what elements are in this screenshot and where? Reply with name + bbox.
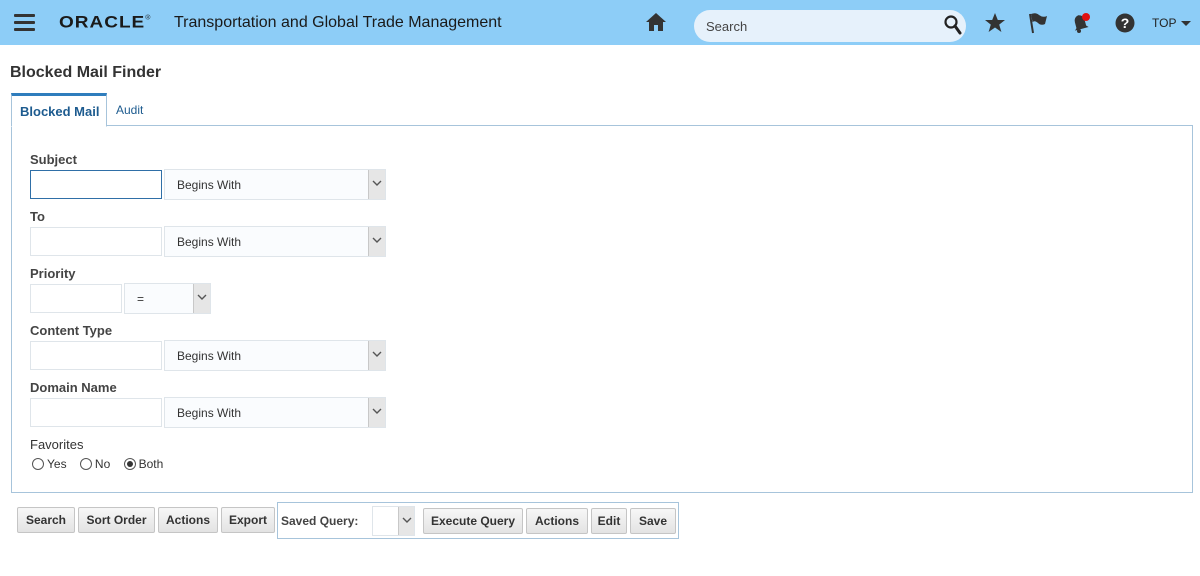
domain-name-input[interactable]: [31, 399, 161, 426]
to-field-wrapper: [30, 227, 162, 256]
to-operator-value: Begins With: [177, 235, 242, 249]
saved-query-group: Saved Query: Execute Query Actions Edit …: [277, 502, 679, 539]
to-operator-select[interactable]: Begins With: [164, 226, 386, 257]
priority-operator-select[interactable]: =: [124, 283, 211, 314]
domain-name-label: Domain Name: [30, 380, 117, 395]
domain-name-operator-select[interactable]: Begins With: [164, 397, 386, 428]
chevron-down-icon: [368, 170, 385, 199]
radio-icon: [32, 458, 44, 470]
favorites-radio-group: Yes No Both: [32, 457, 173, 471]
menu-icon[interactable]: [14, 14, 35, 31]
chevron-down-icon: [1181, 21, 1192, 27]
saved-query-label: Saved Query:: [281, 514, 359, 528]
favorites-radio-both[interactable]: Both: [123, 457, 164, 471]
chevron-down-icon: [398, 507, 414, 535]
content-type-label: Content Type: [30, 323, 113, 338]
saved-query-actions-button[interactable]: Actions: [526, 508, 588, 534]
content-type-input[interactable]: [31, 342, 161, 369]
priority-input[interactable]: [31, 285, 121, 312]
content-type-field-wrapper: [30, 341, 162, 370]
domain-name-operator-value: Begins With: [177, 406, 242, 420]
actions-button[interactable]: Actions: [158, 507, 218, 533]
user-menu[interactable]: TOP: [1152, 16, 1192, 30]
header-bar: ORACLE® Transportation and Global Trade …: [0, 0, 1200, 45]
radio-icon: [79, 458, 92, 470]
search-button[interactable]: Search: [17, 507, 75, 533]
priority-field-wrapper: [30, 284, 122, 313]
chevron-down-icon: [368, 227, 385, 256]
priority-operator-value: =: [137, 292, 145, 306]
favorites-yes-label: Yes: [47, 457, 67, 471]
sort-order-button[interactable]: Sort Order: [78, 507, 155, 533]
oracle-logo: ORACLE®: [59, 14, 151, 33]
tab-audit[interactable]: Audit: [116, 103, 143, 117]
favorites-radio-yes[interactable]: Yes: [32, 457, 67, 471]
favorites-no-label: No: [94, 457, 111, 471]
content-type-operator-value: Begins With: [177, 349, 242, 363]
home-icon[interactable]: [645, 12, 667, 32]
star-icon[interactable]: [984, 12, 1006, 34]
page-title: Blocked Mail Finder: [10, 64, 162, 81]
logo-text: ORACLE: [59, 13, 146, 32]
subject-operator-value: Begins With: [177, 178, 242, 192]
subject-operator-select[interactable]: Begins With: [164, 169, 386, 200]
radio-selected-icon: [123, 458, 136, 470]
notification-bell-icon[interactable]: [1070, 12, 1092, 34]
help-icon[interactable]: ?: [1114, 12, 1136, 34]
to-label: To: [30, 209, 45, 224]
logo-registered-mark: ®: [145, 15, 152, 22]
flag-icon[interactable]: [1027, 12, 1049, 34]
search-input[interactable]: [704, 17, 934, 35]
export-button[interactable]: Export: [221, 507, 275, 533]
execute-query-button[interactable]: Execute Query: [423, 508, 523, 534]
svg-text:?: ?: [1121, 15, 1130, 31]
subject-label: Subject: [30, 152, 77, 167]
domain-name-field-wrapper: [30, 398, 162, 427]
search-icon[interactable]: [944, 15, 962, 35]
favorites-label: Favorites: [30, 437, 84, 452]
saved-query-select[interactable]: [372, 506, 415, 536]
to-input[interactable]: [31, 228, 161, 255]
content-type-operator-select[interactable]: Begins With: [164, 340, 386, 371]
favorites-radio-no[interactable]: No: [79, 457, 111, 471]
user-menu-label: TOP: [1152, 16, 1177, 30]
chevron-down-icon: [193, 284, 210, 313]
subject-field-wrapper: [30, 170, 162, 199]
app-title: Transportation and Global Trade Manageme…: [174, 14, 502, 31]
global-search: [694, 10, 966, 42]
chevron-down-icon: [368, 341, 385, 370]
favorites-both-label: Both: [138, 457, 164, 471]
save-button[interactable]: Save: [630, 508, 676, 534]
search-criteria-panel: Subject Begins With To Begins With Prior…: [11, 125, 1193, 493]
tab-blocked-mail[interactable]: Blocked Mail: [11, 93, 107, 127]
priority-label: Priority: [30, 266, 76, 281]
subject-input[interactable]: [31, 171, 161, 198]
edit-button[interactable]: Edit: [591, 508, 627, 534]
chevron-down-icon: [368, 398, 385, 427]
